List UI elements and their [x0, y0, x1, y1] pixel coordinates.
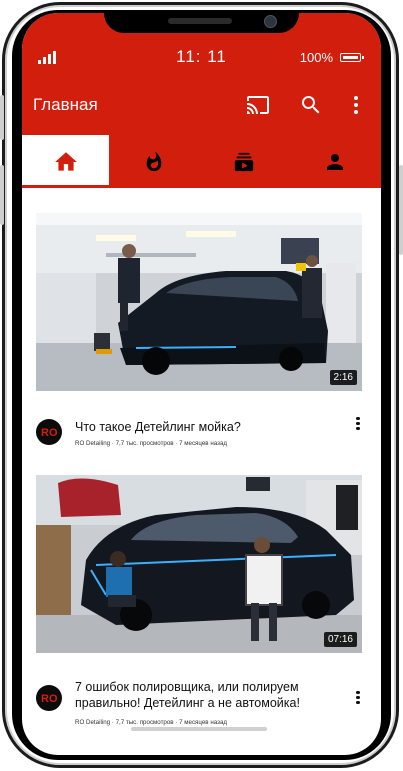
channel-avatar[interactable]: RO — [36, 419, 62, 445]
app-bar: Главная — [22, 75, 381, 135]
video-meta: RO Detailing · 7,7 тыс. просмотров · 7 м… — [75, 440, 227, 447]
account-icon — [327, 153, 343, 170]
tab-subscriptions[interactable] — [199, 135, 289, 188]
video-more-icon[interactable] — [351, 689, 365, 707]
subscriptions-icon — [234, 152, 254, 171]
phone-side-button-right — [399, 165, 403, 255]
phone-side-button-left-1 — [0, 95, 4, 140]
trending-fire-icon — [146, 151, 162, 171]
phone-side-button-left-2 — [0, 165, 4, 225]
home-indicator[interactable] — [131, 727, 267, 731]
front-camera — [264, 15, 277, 28]
tab-home[interactable] — [22, 135, 109, 188]
video-duration: 2:16 — [329, 370, 357, 385]
video-more-icon[interactable] — [351, 415, 365, 433]
battery-icon — [340, 53, 364, 62]
video-thumbnail[interactable]: 07:16 — [36, 475, 362, 653]
ro-detailing-logo: RO — [41, 693, 58, 705]
video-duration: 07:16 — [323, 632, 357, 647]
ro-detailing-logo: RO — [41, 427, 58, 439]
channel-avatar[interactable]: RO — [36, 685, 62, 711]
tab-bar — [22, 135, 381, 188]
video-meta: RO Detailing · 7,7 тыс. просмотров · 7 м… — [75, 719, 227, 726]
search-icon[interactable] — [299, 93, 323, 117]
video-title[interactable]: Что такое Детейлинг мойка? — [75, 419, 340, 435]
video-title[interactable]: 7 ошибок полировщика, или полируем прави… — [75, 679, 340, 711]
phone-notch — [104, 13, 299, 33]
more-vert-icon[interactable] — [344, 93, 368, 117]
polishing-workshop-image — [36, 475, 362, 653]
svg-text:RO: RO — [41, 427, 58, 439]
tab-trending[interactable] — [109, 135, 199, 188]
speaker-grille — [168, 18, 232, 24]
phone-screen: 11: 11 100% Главная 2:16 RO Что такое Де… — [22, 13, 381, 755]
battery-percent: 100% — [299, 50, 333, 65]
tab-account[interactable] — [289, 135, 381, 188]
svg-text:RO: RO — [41, 693, 58, 705]
video-thumbnail[interactable]: 2:16 — [36, 213, 362, 391]
cast-icon[interactable] — [246, 93, 270, 117]
page-title: Главная — [33, 95, 98, 114]
home-icon — [54, 151, 77, 171]
detailing-studio-image — [36, 213, 362, 391]
